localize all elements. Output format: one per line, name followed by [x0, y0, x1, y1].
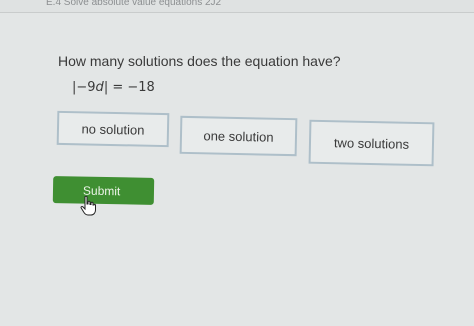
question-prompt: How many solutions does the equation hav… — [58, 53, 341, 69]
breadcrumb: E.4 Solve absolute value equations 2J2 — [46, 0, 222, 8]
equation-right: −18 — [127, 80, 155, 95]
equation: |−9d| = −18 — [72, 80, 155, 95]
equation-variable: d — [95, 80, 104, 95]
equation-left-open: |−9 — [72, 80, 96, 95]
choice-one-solution[interactable]: one solution — [179, 115, 298, 157]
submit-button[interactable]: Submit — [52, 176, 155, 205]
equation-equals: = — [108, 80, 128, 95]
hand-pointer-icon — [80, 196, 96, 216]
choice-two-solutions[interactable]: two solutions — [308, 119, 435, 167]
choice-no-solution[interactable]: no solution — [56, 110, 170, 148]
top-bar: E.4 Solve absolute value equations 2J2 — [0, 0, 474, 13]
